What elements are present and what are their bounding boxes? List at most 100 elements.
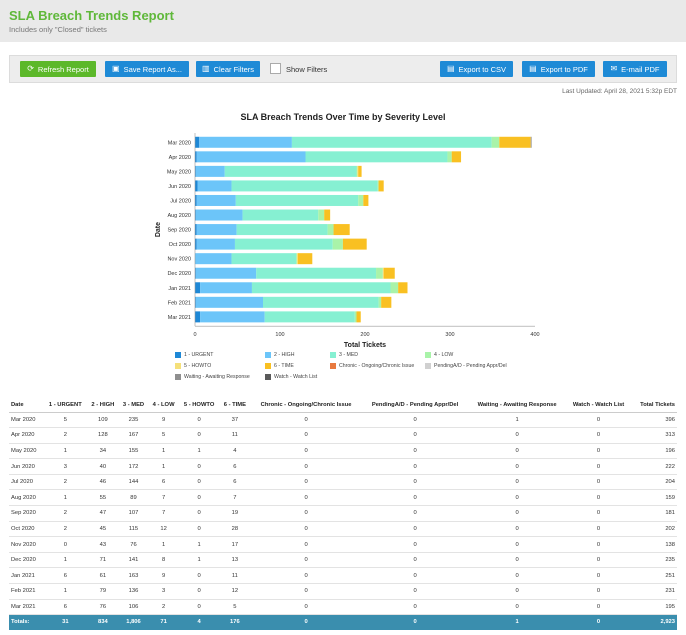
table-cell: 0 [250,583,362,600]
table-cell: 2 [43,474,88,491]
y-tick-label: Jun 2020 [168,184,191,190]
save-report-button[interactable]: ▣ Save Report As... [105,61,189,77]
page-title: SLA Breach Trends Report [9,8,174,23]
legend-swatch [175,363,181,369]
column-header[interactable]: Date [9,398,44,413]
legend-item[interactable]: 3 - MED [330,352,358,358]
table-cell: 0 [250,552,362,569]
table-cell: 5 [219,599,251,616]
table-cell: 0 [468,552,566,569]
show-filters-label: Show Filters [286,65,328,74]
bar-segment [200,311,265,323]
column-header[interactable]: 3 - MED [118,398,149,413]
table-cell: 0 [565,505,632,522]
column-header[interactable]: 6 - TIME [219,398,251,413]
column-header[interactable]: 5 - HOWTO [178,398,220,413]
bar-segment [251,282,391,294]
chart-container: SLA Breach Trends Over Time by Severity … [0,105,686,390]
table-cell: 8 [148,552,179,569]
table-cell: 136 [118,583,149,600]
legend-item[interactable]: 6 - TIME [265,363,294,369]
legend-item[interactable]: Chronic - Ongoing/Chronic Issue [330,363,414,369]
bar-segment [382,267,384,279]
file-icon: ▤ [446,64,455,73]
table-cell: 6 [43,599,88,616]
legend-item[interactable]: 1 - URGENT [175,352,213,358]
legend-item[interactable]: 5 - HOWTO [175,363,211,369]
table-cell: 0 [361,458,469,475]
table-cell: Jun 2020 [9,458,44,475]
y-tick-label: Mar 2021 [168,315,191,321]
bar-segment [196,238,235,250]
clear-filters-button[interactable]: ▥ Clear Filters [196,61,260,77]
table-cell: 0 [468,458,566,475]
table-cell: 55 [87,489,119,507]
legend-item[interactable]: Waiting - Awaiting Response [175,374,250,380]
table-cell: 11 [219,567,251,585]
export-pdf-button[interactable]: ▤ Export to PDF [522,61,595,77]
table-cell: 0 [565,489,632,507]
legend-swatch [265,352,271,358]
bar-segment [342,238,367,250]
table-cell: 2 [43,521,88,538]
y-axis-label: Date [155,222,162,237]
table-cell: 251 [631,567,677,585]
legend-label: 5 - HOWTO [184,363,212,369]
table-cell: 0 [565,599,632,616]
y-tick-label: Dec 2020 [167,271,191,277]
bar-segment [305,151,448,163]
legend-item[interactable]: PendingA/D - Pending Appr/Del [425,363,507,369]
table-cell: 0 [565,567,632,585]
bar-segment [358,165,362,177]
show-filters-checkbox[interactable] [270,63,281,74]
legend-item[interactable]: Watch - Watch List [265,374,317,380]
table-cell: 89 [118,489,149,507]
export-csv-button[interactable]: ▤ Export to CSV [440,61,513,77]
data-table: Date 1 - URGENT 2 - HIGH 3 - MED 4 - LOW 5 - … [9,398,677,630]
legend-item[interactable]: 4 - LOW [425,352,453,358]
report-header: SLA Breach Trends Report Includes only "… [0,0,686,42]
bar-segment [195,253,232,265]
legend-label: Watch - Watch List [274,374,318,380]
email-pdf-button[interactable]: ✉ E-mail PDF [603,61,667,77]
legend-item[interactable]: 2 - HIGH [265,352,294,358]
table-row: Jul 2020 2 46 144 6 0 6 0 0 0 0 204 [9,474,677,491]
x-tick-label: 100 [275,332,284,338]
column-header[interactable]: Total Tickets [631,398,677,413]
table-cell: 0 [565,552,632,569]
chart-title: SLA Breach Trends Over Time by Severity … [240,112,446,122]
table-cell: 222 [631,458,677,475]
column-header[interactable]: Watch - Watch List [565,398,632,413]
table-cell: 181 [631,505,677,522]
bar-segment [332,238,343,250]
column-header[interactable]: 1 - URGENT [43,398,88,413]
table-cell: 0 [468,427,566,444]
bar-segment [256,267,377,279]
bar-segment [363,194,369,206]
bar-segment [195,136,200,148]
x-tick-label: 400 [530,332,539,338]
table-cell: 9 [148,567,179,585]
bar-segment [199,136,292,148]
column-header[interactable]: 2 - HIGH [87,398,119,413]
column-header[interactable]: PendingA/D - Pending Appr/Del [361,398,469,413]
bar-segment [491,136,500,148]
table-cell: 76 [87,599,119,616]
table-cell: Aug 2020 [9,489,44,507]
table-cell: 0 [250,443,362,460]
column-header[interactable]: Waiting - Awaiting Response [468,398,566,413]
refresh-report-button[interactable]: ⟳ Refresh Report [20,61,96,77]
bar-segment [231,253,297,265]
table-cell: 43 [87,536,119,553]
bar-segment [195,165,225,177]
table-cell: 0 [565,443,632,460]
table-cell: 155 [118,443,149,460]
legend-swatch [330,363,336,369]
table-cell: 0 [565,427,632,444]
column-header[interactable]: Chronic - Ongoing/Chronic Issue [250,398,362,413]
bar-segment [231,180,378,192]
table-cell: 176 [219,614,251,630]
legend-label: 6 - TIME [274,363,294,369]
column-header[interactable]: 4 - LOW [148,398,179,413]
table-cell: 0 [250,567,362,585]
